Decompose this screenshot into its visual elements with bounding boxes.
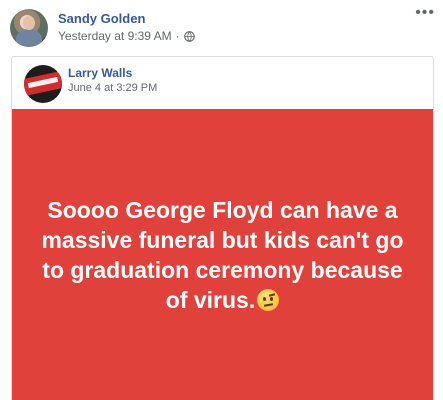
- text-card[interactable]: Soooo George Floyd can have a massive fu…: [12, 109, 433, 400]
- shared-avatar[interactable]: [24, 65, 62, 103]
- meta-separator: ·: [175, 29, 180, 43]
- post-timestamp[interactable]: Yesterday at 9:39 AM: [58, 29, 172, 43]
- shared-author-name[interactable]: Larry Walls: [68, 66, 132, 80]
- avatar-head-shape: [23, 16, 35, 30]
- avatar[interactable]: [10, 9, 48, 47]
- more-options-icon[interactable]: •••: [415, 5, 435, 21]
- post-author-name[interactable]: Sandy Golden: [58, 11, 145, 26]
- raised-eyebrow-emoji-icon: [257, 289, 280, 311]
- post-meta: Yesterday at 9:39 AM ·: [58, 29, 195, 43]
- post-header: Sandy Golden Yesterday at 9:39 AM · •••: [0, 0, 443, 52]
- globe-icon[interactable]: [183, 30, 195, 42]
- card-text-block: Soooo George Floyd can have a massive fu…: [33, 195, 413, 315]
- shared-post-header: Larry Walls June 4 at 3:29 PM: [12, 57, 433, 107]
- shared-post: Larry Walls June 4 at 3:29 PM Soooo Geor…: [11, 56, 434, 400]
- card-text: Soooo George Floyd can have a massive fu…: [41, 197, 404, 313]
- shared-post-timestamp[interactable]: June 4 at 3:29 PM: [68, 82, 157, 94]
- avatar-body-shape: [16, 29, 42, 47]
